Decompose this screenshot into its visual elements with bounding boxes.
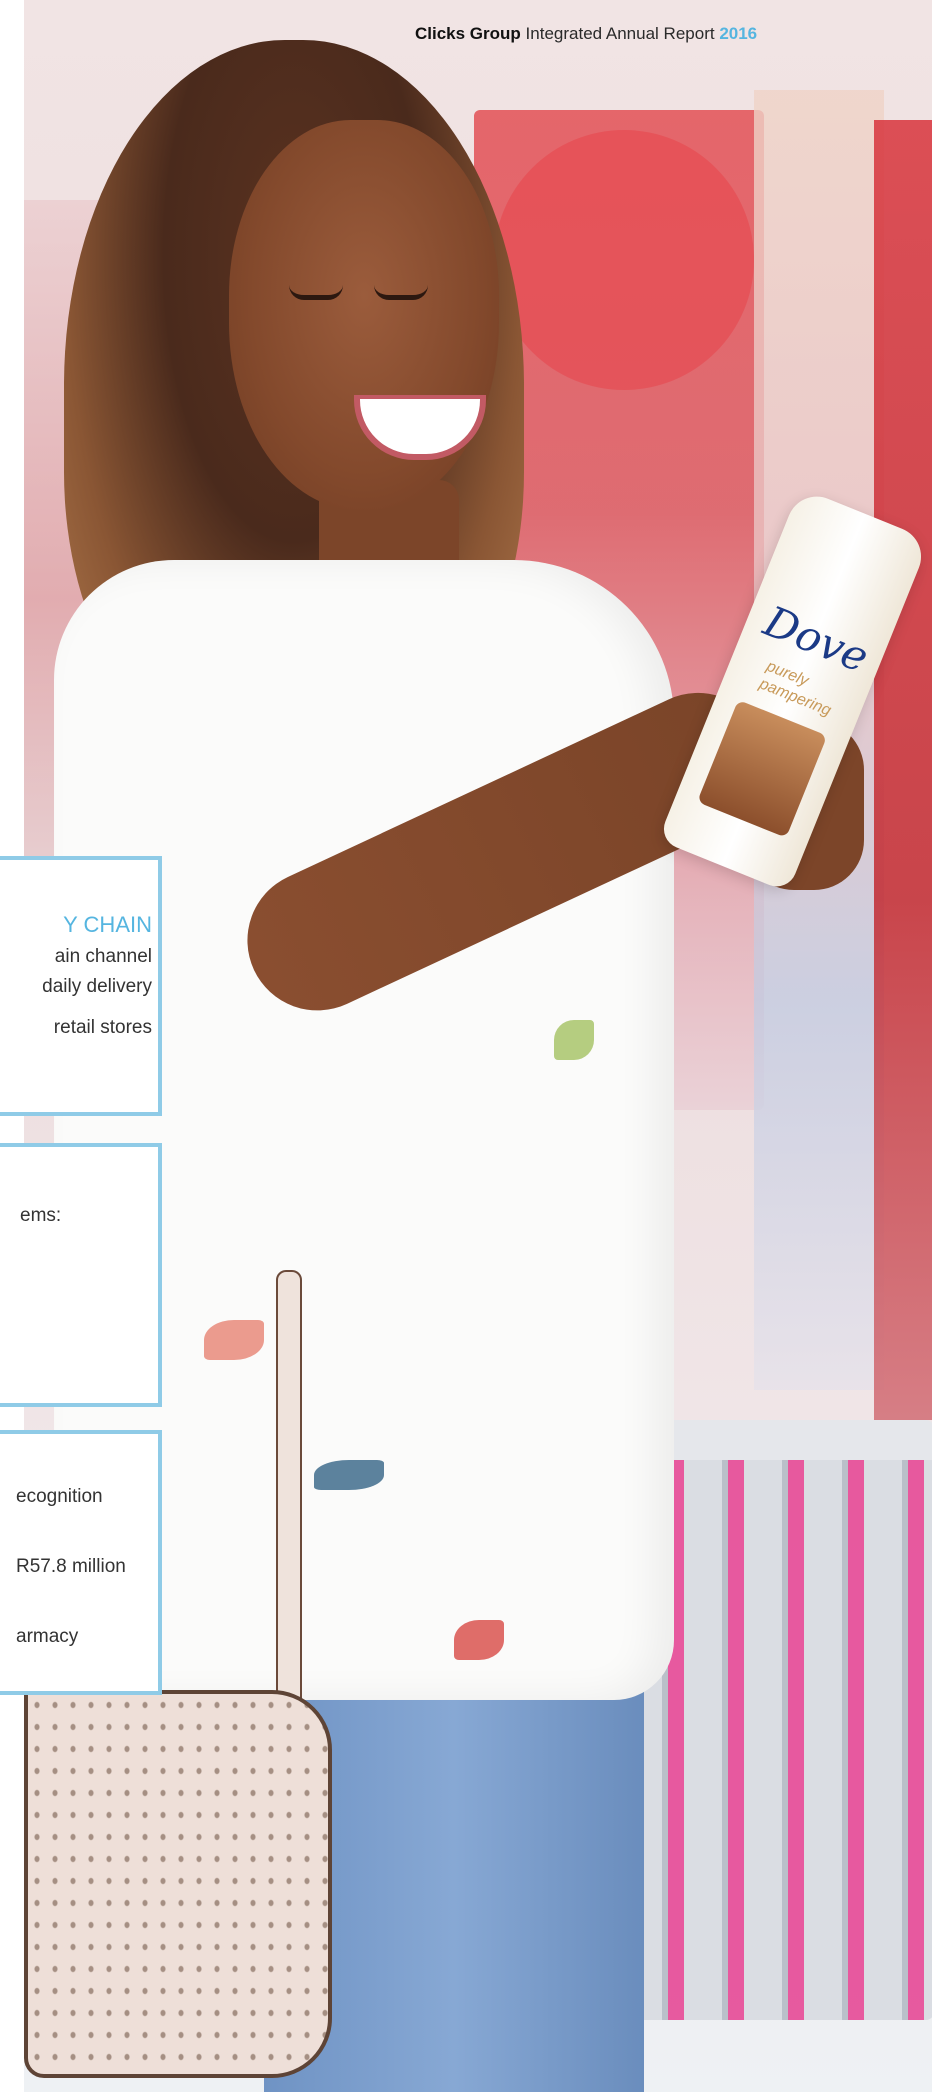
floral-print (314, 1460, 384, 1490)
info-box-line: ecognition (16, 1486, 103, 1507)
info-box-line: ain channel (54, 946, 152, 967)
store-sign (494, 130, 754, 390)
info-box-line: armacy (16, 1626, 79, 1647)
store-shelf-pillar (874, 120, 932, 1420)
info-box-line: R57.8 million (16, 1556, 126, 1577)
handbag (24, 1690, 332, 2078)
floral-print (454, 1620, 504, 1660)
info-box-line: ems: (20, 1205, 62, 1226)
product-label-image (697, 699, 828, 838)
info-box-title: Y CHAIN (63, 912, 152, 937)
info-box-line: retail stores (53, 1017, 152, 1038)
info-box-recognition: ecognition R57.8 million armacy (0, 1430, 162, 1695)
header-year: 2016 (719, 24, 758, 43)
woman-eye-right (374, 285, 428, 300)
header-brand: Clicks Group (415, 24, 521, 43)
woman-face (229, 120, 499, 510)
woman-eye-left (289, 285, 343, 300)
info-box-systems: ems: (0, 1143, 162, 1407)
info-box-line: daily delivery (42, 976, 152, 997)
header-report-title: Integrated Annual Report (525, 24, 715, 43)
report-header: Clicks Group Integrated Annual Report 20… (415, 24, 757, 44)
info-box-supply-chain: Y CHAIN ain channel daily delivery retai… (0, 856, 162, 1116)
floral-print (204, 1320, 264, 1360)
floral-print (554, 1020, 594, 1060)
